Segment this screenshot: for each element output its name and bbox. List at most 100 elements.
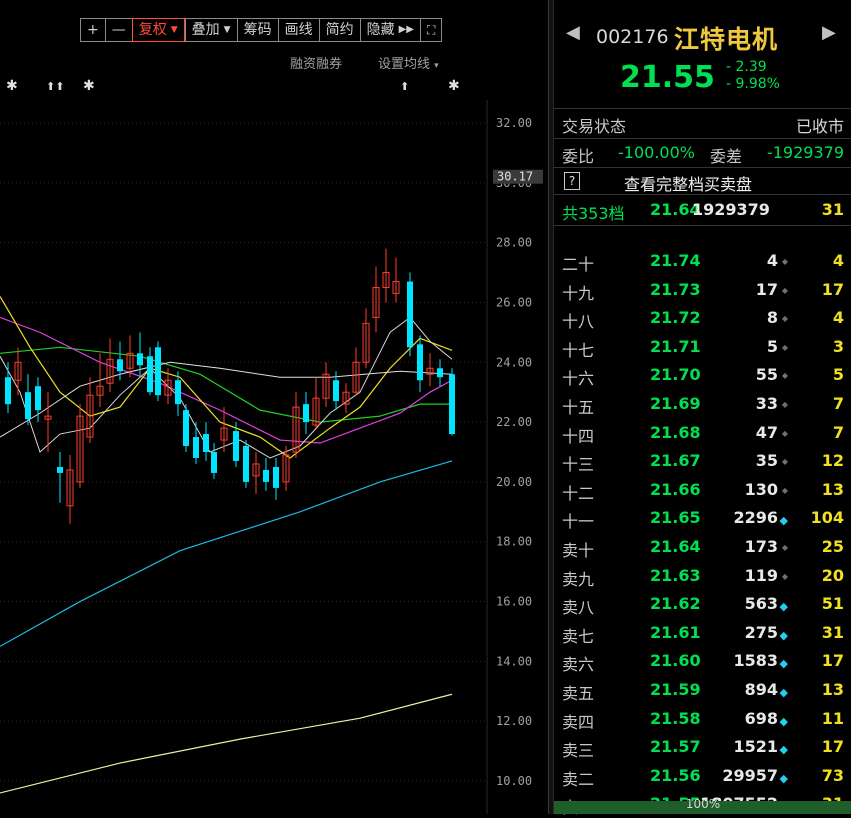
- stock-code: 002176: [596, 26, 669, 48]
- order-book-row[interactable]: 卖七 21.61 275 ◆ 31: [562, 620, 844, 646]
- full-book-link[interactable]: 查看完整档买卖盘: [624, 171, 752, 195]
- candle-body-down: [449, 374, 455, 435]
- ask-bid-bar: 100%: [554, 797, 851, 814]
- fuquan-dropdown[interactable]: 复权 ▼: [131, 18, 185, 42]
- level-count: 31: [821, 622, 844, 642]
- level-count: 73: [821, 765, 844, 785]
- level-label: 十六: [562, 369, 595, 389]
- order-book-row[interactable]: 卖十 21.64 173 ◆ 25: [562, 534, 844, 560]
- small-order-dot-icon: ◆: [781, 543, 788, 552]
- chip-button[interactable]: 筹码: [236, 18, 278, 42]
- draw-line-button[interactable]: 画线: [277, 18, 319, 42]
- level-volume: 275: [744, 622, 778, 642]
- order-book-row[interactable]: 十五 21.69 33 ◆ 7: [562, 391, 844, 417]
- event-marker[interactable]: ⬆: [400, 80, 409, 93]
- change-value: - 2.39: [726, 59, 767, 75]
- small-order-dot-icon: ◆: [781, 285, 788, 295]
- candle-body-down: [117, 359, 123, 372]
- level-label: 卖八: [562, 598, 595, 618]
- candle-body-down: [193, 437, 199, 458]
- level-volume: 2296: [733, 508, 778, 528]
- candle-body-down: [417, 344, 423, 381]
- zoom-out-button[interactable]: —: [104, 18, 132, 42]
- order-book-row[interactable]: 卖三 21.57 1521 ◆ 17: [562, 734, 844, 760]
- hide-button[interactable]: 隐藏 ▶▶: [359, 18, 420, 42]
- axis-tick-label: 14.00: [496, 654, 532, 668]
- candle-body-down: [437, 368, 443, 378]
- next-stock-icon[interactable]: ▶: [822, 22, 836, 43]
- order-book-row[interactable]: 十七 21.71 5 ◆ 3: [562, 334, 844, 360]
- event-marker[interactable]: ✱: [6, 78, 18, 94]
- level-label: 卖三: [562, 741, 595, 761]
- large-order-dot-icon: ◆: [779, 743, 788, 757]
- order-book-row[interactable]: 卖八 21.62 563 ◆ 51: [562, 591, 844, 617]
- divider: [554, 138, 851, 139]
- order-book-row[interactable]: 卖六 21.60 1583 ◆ 17: [562, 648, 844, 674]
- simple-mode-button[interactable]: 简约: [318, 18, 360, 42]
- event-marker[interactable]: ⬆⬆: [46, 80, 64, 93]
- level-price: 21.74: [650, 251, 701, 270]
- help-icon[interactable]: ?: [564, 172, 580, 190]
- order-book-row[interactable]: 十四 21.68 47 ◆ 7: [562, 420, 844, 446]
- zoom-in-button[interactable]: +: [80, 18, 105, 42]
- order-book-row[interactable]: 十二 21.66 130 ◆ 13: [562, 477, 844, 503]
- last-price: 21.55: [620, 60, 715, 95]
- level-volume: 4: [766, 251, 778, 270]
- level-price: 21.64: [650, 537, 701, 556]
- level-count: 4: [832, 308, 844, 328]
- order-book-row[interactable]: 十九 21.73 17 ◆ 17: [562, 277, 844, 303]
- trade-status-label: 交易状态: [562, 117, 627, 136]
- divider: [554, 225, 851, 226]
- level-volume: 1583: [733, 651, 778, 671]
- prev-stock-icon[interactable]: ◀: [566, 22, 580, 43]
- ma-settings-dropdown[interactable]: 设置均线 ▾: [378, 53, 439, 72]
- stock-name: 江特电机: [674, 25, 779, 54]
- order-ratio-row: 委比 -100.00% 委差 -1929379: [562, 140, 844, 166]
- level-price: 21.67: [650, 451, 701, 471]
- candle-body-down: [303, 404, 309, 423]
- candle-body-down: [263, 469, 269, 482]
- level-label: 十三: [562, 455, 595, 475]
- small-order-dot-icon: ◆: [781, 342, 788, 352]
- axis-tick-label: 26.00: [496, 295, 532, 309]
- margin-trading-link[interactable]: 融资融券: [290, 53, 342, 72]
- order-book-row[interactable]: 卖四 21.58 698 ◆ 11: [562, 706, 844, 732]
- divider: [554, 194, 851, 195]
- small-order-dot-icon: ◆: [781, 257, 788, 266]
- axis-tick-label: 28.00: [496, 236, 532, 250]
- order-book-row[interactable]: 卖二 21.56 29957 ◆ 73: [562, 763, 844, 789]
- kline-chart[interactable]: 32.0030.0028.0026.0024.0022.0020.0018.00…: [0, 0, 548, 814]
- order-book-row[interactable]: 十三 21.67 35 ◆ 12: [562, 448, 844, 474]
- axis-tick-label: 12.00: [496, 714, 532, 728]
- event-marker[interactable]: ✱: [448, 78, 460, 94]
- level-price: 21.65: [650, 508, 701, 528]
- levels-count: 共353档: [562, 204, 625, 223]
- level-count: 13: [821, 680, 844, 699]
- level-label: 二十: [562, 255, 595, 274]
- level-label: 十七: [562, 340, 595, 360]
- kline-chart-panel[interactable]: 32.0030.0028.0026.0024.0022.0020.0018.00…: [0, 0, 548, 814]
- level-count: 3: [832, 336, 844, 356]
- level-label: 卖二: [562, 769, 595, 789]
- candle-body-down: [333, 380, 339, 402]
- large-order-dot-icon: ◆: [779, 657, 788, 671]
- summary-volume: 1929379: [692, 200, 770, 219]
- axis-tick-label: 10.00: [496, 774, 532, 788]
- level-price: 21.71: [650, 336, 701, 356]
- order-book-row[interactable]: 卖九 21.63 119 ◆ 20: [562, 563, 844, 589]
- level-volume: 29957: [722, 765, 778, 785]
- order-book-row[interactable]: 卖五 21.59 894 ◆ 13: [562, 677, 844, 703]
- order-book-row[interactable]: 十六 21.70 55 ◆ 5: [562, 362, 844, 388]
- ask-bid-percent: 100%: [685, 797, 721, 811]
- full-book-row[interactable]: ? 查看完整档买卖盘: [562, 168, 844, 194]
- order-diff-label: 委差: [710, 147, 743, 166]
- chevron-down-icon: ▾: [434, 61, 439, 71]
- order-book-row[interactable]: 十八 21.72 8 ◆ 4: [562, 305, 844, 331]
- axis-tick-label: 20.00: [496, 475, 532, 489]
- expand-icon[interactable]: ⛶: [419, 18, 443, 42]
- level-volume: 35: [755, 451, 778, 471]
- order-book-row[interactable]: 十一 21.65 2296 ◆ 104: [562, 505, 844, 531]
- event-marker[interactable]: ✱: [83, 78, 95, 94]
- order-book-row[interactable]: 二十 21.74 4 ◆ 4: [562, 248, 844, 274]
- overlay-dropdown[interactable]: 叠加 ▼: [184, 18, 237, 42]
